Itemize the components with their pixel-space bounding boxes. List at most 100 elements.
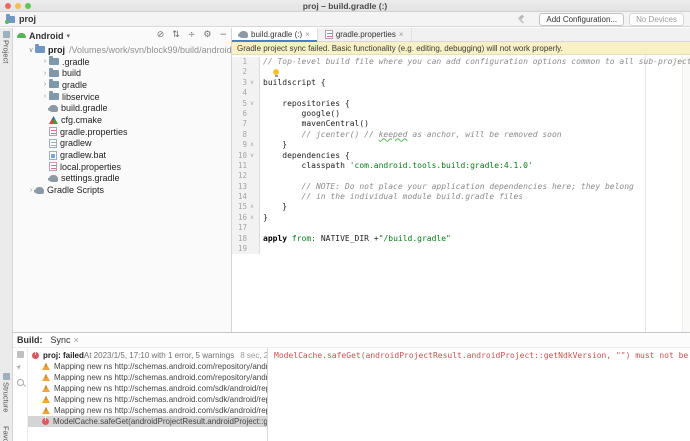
tab-label: gradle.properties [336, 30, 396, 39]
code-text: classpath 'com.android.tools.build:gradl… [260, 161, 533, 171]
chevron-expanded-icon[interactable]: ∨ [27, 46, 35, 54]
close-icon[interactable]: × [399, 30, 404, 39]
tree-row-gradlew[interactable]: gradlew [13, 138, 231, 150]
code-line[interactable]: 2 [232, 67, 682, 77]
code-text: // NOTE: Do not place your application d… [260, 182, 634, 192]
fold-marker-icon[interactable]: ∧ [247, 213, 257, 223]
find-icon[interactable] [17, 379, 24, 386]
editor-scrollbar[interactable] [682, 55, 690, 332]
code-line[interactable]: 11 classpath 'com.android.tools.build:gr… [232, 161, 682, 171]
tree-row-gradle.properties[interactable]: gradle.properties [13, 126, 231, 138]
code-line[interactable]: 17 [232, 223, 682, 233]
tree-row-gradle-scripts[interactable]: › Gradle Scripts [13, 184, 231, 196]
stripe-tab-structure[interactable]: Structure [0, 373, 12, 412]
code-line[interactable]: 10∨ dependencies { [232, 151, 682, 161]
tree-row-cfg.cmake[interactable]: cfg.cmake [13, 114, 231, 126]
editor-tab-gradle-properties[interactable]: gradle.properties× [318, 28, 412, 41]
tree-row-settings.gradle[interactable]: settings.gradle [13, 173, 231, 185]
device-selector[interactable]: No Devices [629, 13, 684, 26]
code-text: // Top-level build file where you can ad… [260, 57, 690, 67]
line-number: 4 [232, 88, 247, 98]
code-line[interactable]: 18apply from: NATIVE_DIR +"/build.gradle… [232, 234, 682, 244]
code-token: buildscript { [263, 78, 326, 87]
chevron-collapsed-icon[interactable]: › [41, 70, 49, 77]
build-row[interactable]: ModelCache.safeGet(androidProjectResult.… [28, 416, 267, 427]
tree-row-gradle[interactable]: ›gradle [13, 79, 231, 91]
build-row[interactable]: proj: failed At 2023/1/5, 17:10 with 1 e… [28, 350, 267, 361]
file-icon [49, 139, 57, 148]
code-token: // jcenter() // [263, 130, 379, 139]
code-line[interactable]: 19 [232, 244, 682, 254]
fold-marker-icon[interactable]: ∨ [247, 99, 257, 109]
chevron-down-icon[interactable]: ▾ [67, 32, 71, 40]
minimize-window-button[interactable] [15, 3, 21, 9]
fold-marker-icon[interactable]: ∨ [247, 78, 257, 88]
close-icon[interactable]: × [74, 335, 79, 345]
tree-row-build.gradle[interactable]: build.gradle [13, 102, 231, 114]
build-row[interactable]: Mapping new ns http://schemas.android.co… [28, 405, 267, 416]
pin-icon[interactable] [17, 365, 24, 372]
close-window-button[interactable] [5, 3, 11, 9]
code-token: classpath [263, 161, 350, 170]
project-view-selector[interactable]: Android [29, 31, 64, 41]
code-line[interactable]: 13 // NOTE: Do not place your applicatio… [232, 182, 682, 192]
fold-marker-icon[interactable]: ∧ [247, 202, 257, 212]
build-panel-body: proj: failed At 2023/1/5, 17:10 with 1 e… [13, 348, 690, 441]
code-line[interactable]: 14 // in the individual module build.gra… [232, 192, 682, 202]
hide-panel-icon[interactable]: − [219, 31, 227, 40]
collapse-all-icon[interactable]: ÷ [188, 31, 196, 40]
lightbulb-icon[interactable] [273, 69, 279, 75]
code-line[interactable]: 12 [232, 171, 682, 181]
sync-tab[interactable]: Sync × [51, 335, 79, 345]
code-line[interactable]: 7 mavenCentral() [232, 119, 682, 129]
code-line[interactable]: 3∨ buildscript { [232, 78, 682, 88]
code-line[interactable]: 15∧ } [232, 202, 682, 212]
build-panel-header: Build: Sync × [13, 333, 690, 348]
line-number: 3 [232, 78, 247, 88]
chevron-collapsed-icon[interactable]: › [41, 58, 49, 65]
fold-marker-icon[interactable]: ∨ [247, 151, 257, 161]
add-configuration-button[interactable]: Add Configuration... [539, 13, 624, 26]
code-editor[interactable]: 1// Top-level build file where you can a… [232, 55, 690, 332]
editor-tabbar: build.gradle (:)×gradle.properties× [232, 28, 690, 42]
build-row[interactable]: Mapping new ns http://schemas.android.co… [28, 394, 267, 405]
tree-item-label: gradlew [60, 138, 92, 148]
tree-row-build[interactable]: ›build [13, 67, 231, 79]
build-row[interactable]: Mapping new ns http://schemas.android.co… [28, 372, 267, 383]
folder-icon [49, 70, 59, 77]
stripe-tab-project[interactable]: Project [0, 31, 12, 63]
line-number: 8 [232, 130, 247, 140]
build-row[interactable]: Mapping new ns http://schemas.android.co… [28, 361, 267, 372]
code-line[interactable]: 4 [232, 88, 682, 98]
chevron-collapsed-icon[interactable]: › [41, 81, 49, 88]
build-panel-toolbar [13, 348, 28, 441]
editor-tab-build-gradle-[interactable]: build.gradle (:)× [232, 28, 318, 41]
expand-collapse-icon[interactable]: ⇅ [172, 31, 180, 40]
code-line[interactable]: 5∨ repositories { [232, 99, 682, 109]
close-icon[interactable]: × [305, 30, 310, 39]
stripe-tab-favorites[interactable]: Favorites [0, 426, 12, 441]
code-line[interactable]: 8 // jcenter() // keeped as anchor, will… [232, 130, 682, 140]
build-hammer-icon[interactable] [516, 14, 526, 24]
tree-row-libservice[interactable]: ›libservice [13, 91, 231, 103]
settings-icon[interactable]: ⚙ [203, 31, 211, 40]
code-token: repositories { [263, 99, 350, 108]
tree-row-local.properties[interactable]: local.properties [13, 161, 231, 173]
fold-marker-icon[interactable]: ∧ [247, 140, 257, 150]
warning-icon [42, 396, 50, 403]
tree-row-.gradle[interactable]: ›.gradle [13, 56, 231, 68]
project-chip[interactable]: proj [6, 14, 36, 24]
stop-icon[interactable] [17, 351, 24, 358]
code-text: } [260, 202, 287, 212]
zoom-window-button[interactable] [25, 3, 31, 9]
tree-row-gradlew.bat[interactable]: gradlew.bat [13, 149, 231, 161]
code-line[interactable]: 16∧} [232, 213, 682, 223]
tree-row-root[interactable]: ∨ proj /Volumes/work/svn/block99/build/a… [13, 44, 231, 56]
chevron-collapsed-icon[interactable]: › [41, 93, 49, 100]
structure-tool-icon [3, 373, 10, 380]
code-line[interactable]: 9∧ } [232, 140, 682, 150]
code-line[interactable]: 6 google() [232, 109, 682, 119]
select-opened-file-icon[interactable]: ⊘ [157, 31, 165, 40]
build-row[interactable]: Mapping new ns http://schemas.android.co… [28, 383, 267, 394]
code-line[interactable]: 1// Top-level build file where you can a… [232, 57, 682, 67]
